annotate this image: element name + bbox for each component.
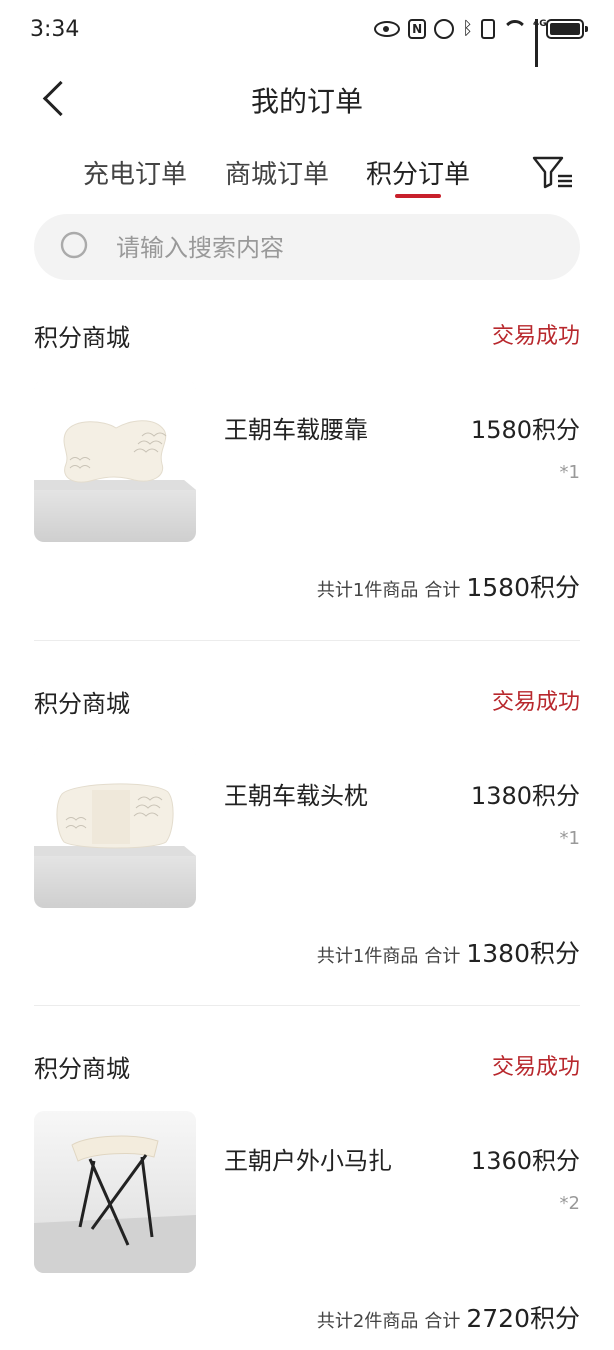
order-card[interactable]: 积分商城 交易成功 王朝户外小马扎 1360积分 *2 共计2件商品 合计 27… — [34, 1049, 580, 1339]
search-icon — [60, 231, 88, 259]
product-quantity: *1 — [559, 462, 580, 483]
order-store-name: 积分商城 — [34, 690, 130, 718]
product-quantity: *1 — [559, 828, 580, 849]
product-image[interactable] — [34, 746, 196, 908]
active-tab-indicator — [395, 194, 441, 198]
order-card[interactable]: 积分商城 交易成功 王朝车载腰靠 1580积分 *1 共计1件商品 合计 158… — [34, 318, 580, 608]
search-box — [34, 214, 580, 280]
order-card[interactable]: 积分商城 交易成功 王朝车载头枕 1380积分 *1 共计1件商品 合计 138… — [34, 684, 580, 974]
product-name: 王朝车载腰靠 — [224, 416, 368, 444]
tab-charging-orders[interactable]: 充电订单 — [83, 154, 187, 191]
header: 我的订单 — [0, 70, 614, 130]
order-divider — [34, 640, 580, 641]
product-price: 1380积分 — [470, 782, 580, 810]
filter-button[interactable] — [532, 154, 574, 190]
order-status: 交易成功 — [491, 690, 580, 715]
bluetooth-icon: ᛒ — [462, 18, 473, 39]
battery-icon — [546, 19, 588, 39]
order-status: 交易成功 — [491, 324, 580, 349]
folding-stool-image — [34, 1111, 196, 1273]
page-title: 我的订单 — [250, 85, 363, 118]
status-time: 3:34 — [30, 17, 80, 42]
order-summary: 共计2件商品 合计 2720积分 — [317, 1299, 580, 1335]
order-summary: 共计1件商品 合计 1380积分 — [317, 934, 580, 970]
product-quantity: *2 — [559, 1193, 580, 1214]
product-name: 王朝车载头枕 — [224, 782, 368, 810]
eye-icon — [374, 21, 401, 37]
lumbar-pillow-image — [34, 380, 196, 542]
search-input[interactable] — [114, 226, 558, 270]
product-price: 1580积分 — [470, 416, 580, 444]
order-total: 1380积分 — [466, 939, 580, 968]
headrest-pillow-image — [34, 746, 196, 908]
vibrate-icon — [481, 19, 495, 39]
tab-mall-orders[interactable]: 商城订单 — [225, 154, 329, 191]
order-summary: 共计1件商品 合计 1580积分 — [317, 568, 580, 604]
order-store-name: 积分商城 — [34, 324, 130, 352]
item-count: 共计1件商品 — [316, 580, 419, 601]
order-total: 1580积分 — [466, 573, 580, 602]
product-name: 王朝户外小马扎 — [224, 1147, 392, 1175]
network-type-label: 4G — [533, 19, 547, 29]
alarm-icon — [434, 19, 455, 39]
order-total: 2720积分 — [466, 1304, 580, 1333]
nfc-icon: N — [408, 19, 427, 39]
product-image[interactable] — [34, 1111, 196, 1273]
product-image[interactable] — [34, 380, 196, 542]
order-store-name: 积分商城 — [34, 1055, 130, 1083]
status-bar: 3:34 N ᛒ 4G — [0, 0, 614, 67]
order-status: 交易成功 — [491, 1055, 580, 1080]
total-label: 合计 — [424, 1311, 461, 1332]
tab-points-orders[interactable]: 积分订单 — [366, 154, 470, 191]
order-tabs: 充电订单 商城订单 积分订单 — [0, 150, 614, 200]
total-label: 合计 — [424, 580, 461, 601]
signal-icon: 4G — [533, 19, 547, 67]
wifi-icon — [503, 20, 527, 38]
total-label: 合计 — [424, 946, 461, 967]
status-icons: N ᛒ 4G — [374, 16, 588, 67]
order-divider — [34, 1005, 580, 1006]
filter-icon — [532, 156, 572, 189]
item-count: 共计1件商品 — [316, 946, 419, 967]
item-count: 共计2件商品 — [316, 1311, 419, 1332]
product-price: 1360积分 — [470, 1147, 580, 1175]
